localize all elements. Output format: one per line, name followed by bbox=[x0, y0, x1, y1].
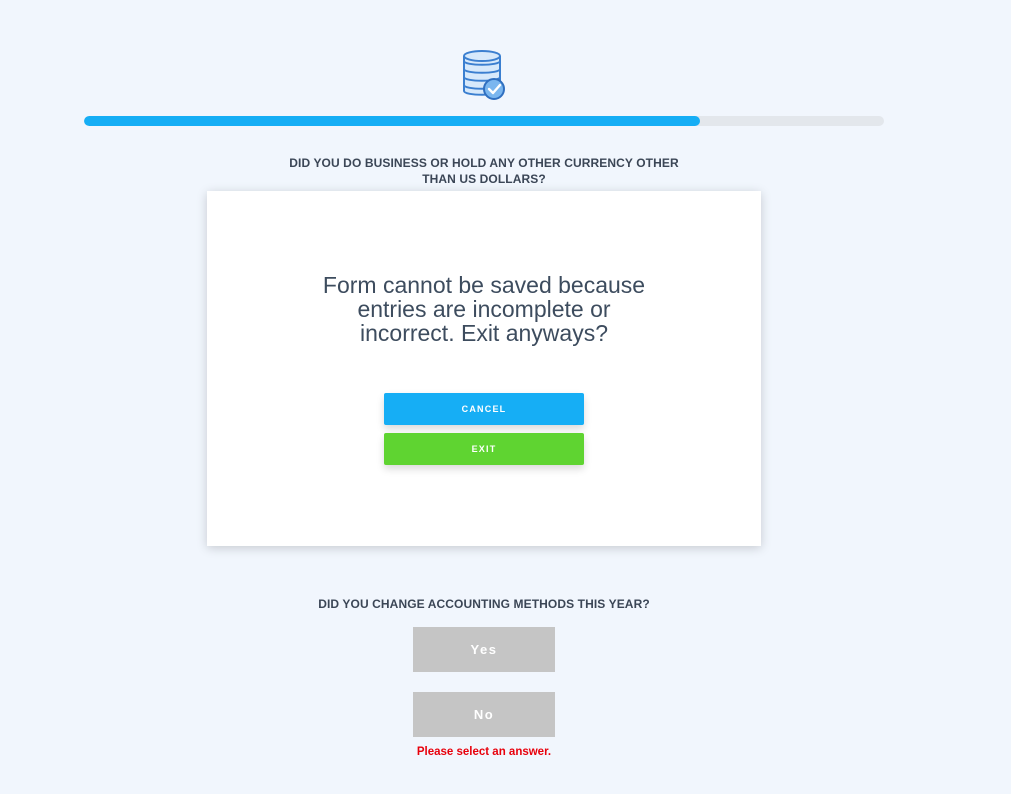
question-foreign-currency: DID YOU DO BUSINESS OR HOLD ANY OTHER CU… bbox=[289, 156, 679, 186]
database-check-icon bbox=[463, 50, 505, 100]
progress-bar bbox=[84, 116, 884, 126]
error-message-accounting-methods: Please select an answer. bbox=[416, 746, 552, 758]
progress-bar-fill bbox=[84, 116, 700, 126]
form-page: DID YOU DO BUSINESS OR HOLD ANY OTHER CU… bbox=[0, 0, 1011, 794]
cancel-button[interactable]: CANCEL bbox=[384, 393, 584, 425]
yes-button[interactable]: Yes bbox=[413, 627, 555, 672]
no-button[interactable]: No bbox=[413, 692, 555, 737]
exit-button[interactable]: EXIT bbox=[384, 433, 584, 465]
modal-message: Form cannot be saved because entries are… bbox=[322, 272, 646, 346]
exit-confirmation-modal: Form cannot be saved because entries are… bbox=[207, 191, 761, 546]
question-accounting-methods: DID YOU CHANGE ACCOUNTING METHODS THIS Y… bbox=[318, 597, 650, 611]
